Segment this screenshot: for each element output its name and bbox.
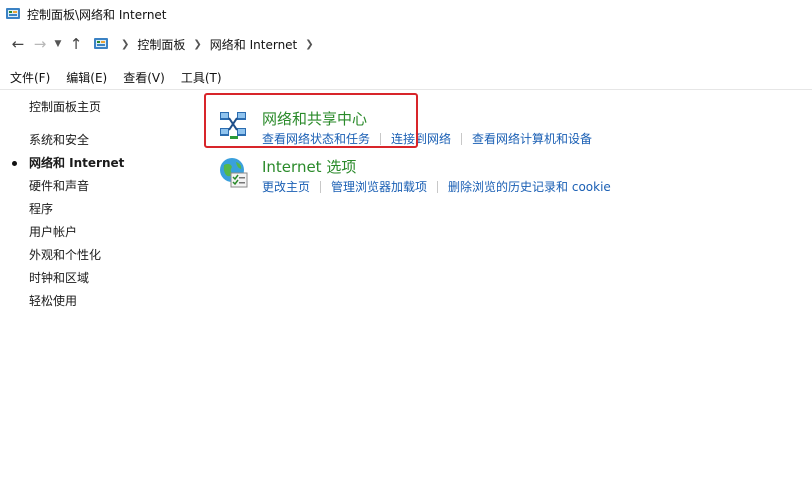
breadcrumb-chevron-icon[interactable]: ❯ [121,39,129,50]
breadcrumb-chevron-icon[interactable]: ❯ [305,39,313,50]
sidebar-item-hardware-sound[interactable]: 硬件和声音 [0,175,190,198]
highlight-box [204,93,418,148]
menu-file[interactable]: 文件(F) [10,69,50,86]
forward-arrow-icon: → [33,35,47,53]
sidebar-home-link[interactable]: 控制面板主页 [0,96,190,119]
sidebar-item-system-security[interactable]: 系统和安全 [0,129,190,152]
control-panel-icon [6,8,20,19]
forward-button[interactable]: → [29,33,51,55]
back-arrow-icon: ← [11,35,25,53]
manage-addons-link[interactable]: 管理浏览器加载项 [331,178,427,195]
link-separator [437,180,439,193]
breadcrumb-chevron-icon[interactable]: ❯ [193,39,201,50]
menu-view[interactable]: 查看(V) [123,69,165,86]
menu-edit[interactable]: 编辑(E) [66,69,107,86]
sidebar-item-appearance[interactable]: 外观和个性化 [0,244,190,267]
sidebar-item-user-accounts[interactable]: 用户帐户 [0,221,190,244]
internet-options-title[interactable]: Internet 选项 [262,156,356,177]
menu-bar: 文件(F) 编辑(E) 查看(V) 工具(T) [0,66,812,88]
menu-tools[interactable]: 工具(T) [181,69,222,86]
sidebar-item-programs[interactable]: 程序 [0,198,190,221]
sidebar-item-network-internet[interactable]: 网络和 Internet [0,152,190,175]
navigation-bar: ← → ▼ ↑ ❯ 控制面板 ❯ 网络和 Internet ❯ [0,29,812,59]
active-bullet-icon [12,161,17,166]
up-arrow-icon: ↑ [69,35,83,53]
change-homepage-link[interactable]: 更改主页 [262,178,310,195]
breadcrumb-network-internet[interactable]: 网络和 Internet [210,36,297,53]
sidebar-item-label: 网络和 Internet [29,156,125,170]
menu-divider [0,89,812,90]
window-title: 控制面板\网络和 Internet [27,7,167,22]
back-button[interactable]: ← [7,33,29,55]
sidebar-item-clock-region[interactable]: 时钟和区域 [0,267,190,290]
chevron-down-icon: ▼ [54,39,62,49]
internet-options-icon[interactable] [217,156,251,190]
internet-options-links: 更改主页 管理浏览器加载项 删除浏览的历史记录和 cookie [262,178,611,195]
sidebar: 控制面板主页 系统和安全 网络和 Internet 硬件和声音 程序 用户帐户 … [0,96,190,313]
control-panel-icon [94,38,108,49]
link-separator [320,180,322,193]
title-bar: 控制面板\网络和 Internet [0,0,812,28]
view-network-computers-link[interactable]: 查看网络计算机和设备 [472,130,592,147]
recent-locations-button[interactable]: ▼ [51,33,65,55]
sidebar-item-ease-of-access[interactable]: 轻松使用 [0,290,190,313]
address-breadcrumb[interactable]: ❯ 控制面板 ❯ 网络和 Internet ❯ [93,33,322,55]
up-button[interactable]: ↑ [65,33,87,55]
breadcrumb-control-panel[interactable]: 控制面板 [137,36,185,53]
delete-history-link[interactable]: 删除浏览的历史记录和 cookie [448,178,611,195]
link-separator [461,132,463,145]
